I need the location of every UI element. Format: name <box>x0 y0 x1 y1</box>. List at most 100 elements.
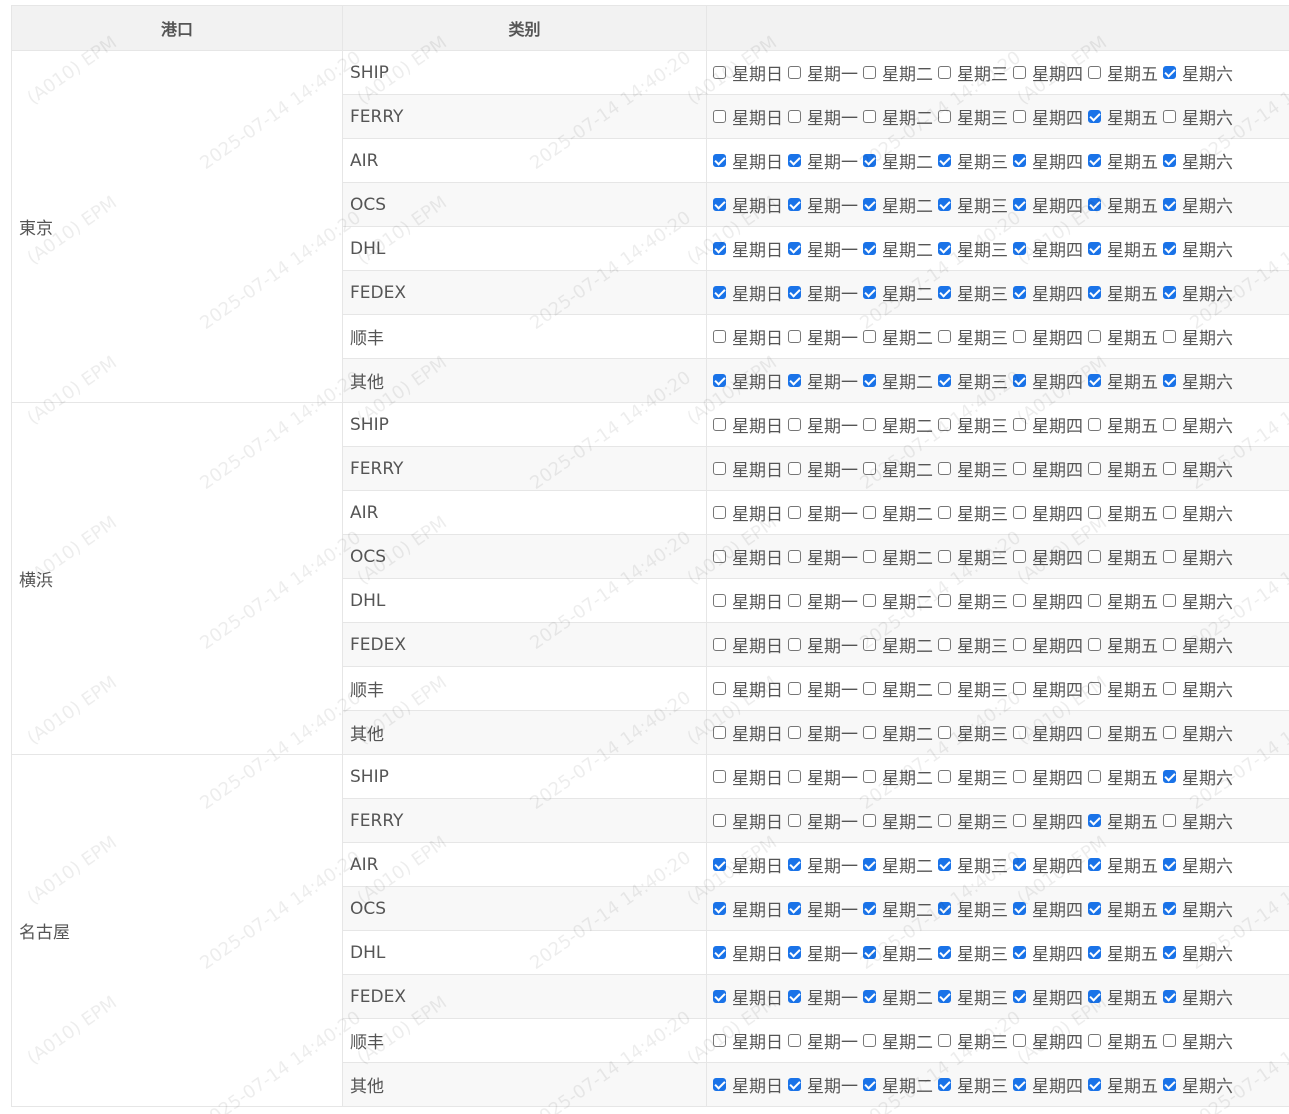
weekday-checkbox[interactable] <box>863 594 876 607</box>
weekday-checkbox[interactable] <box>1088 286 1101 299</box>
weekday-option[interactable]: 星期二 <box>863 148 933 173</box>
weekday-checkbox[interactable] <box>1013 638 1026 651</box>
weekday-checkbox[interactable] <box>1013 770 1026 783</box>
weekday-option[interactable]: 星期一 <box>788 808 858 833</box>
weekday-checkbox[interactable] <box>788 506 801 519</box>
weekday-option[interactable]: 星期六 <box>1163 1028 1233 1053</box>
weekday-option[interactable]: 星期三 <box>938 808 1008 833</box>
weekday-checkbox[interactable] <box>1088 858 1101 871</box>
weekday-checkbox[interactable] <box>863 726 876 739</box>
weekday-checkbox[interactable] <box>713 1034 726 1047</box>
weekday-checkbox[interactable] <box>788 154 801 167</box>
weekday-checkbox[interactable] <box>1088 154 1101 167</box>
weekday-option[interactable]: 星期五 <box>1088 544 1158 569</box>
weekday-checkbox[interactable] <box>788 550 801 563</box>
weekday-checkbox[interactable] <box>713 66 726 79</box>
weekday-checkbox[interactable] <box>938 858 951 871</box>
weekday-option[interactable]: 星期一 <box>788 368 858 393</box>
weekday-option[interactable]: 星期二 <box>863 104 933 129</box>
weekday-option[interactable]: 星期六 <box>1163 192 1233 217</box>
weekday-checkbox[interactable] <box>938 902 951 915</box>
weekday-option[interactable]: 星期一 <box>788 1072 858 1097</box>
weekday-checkbox[interactable] <box>938 286 951 299</box>
weekday-checkbox[interactable] <box>1088 814 1101 827</box>
weekday-checkbox[interactable] <box>788 374 801 387</box>
weekday-checkbox[interactable] <box>1013 814 1026 827</box>
weekday-checkbox[interactable] <box>863 902 876 915</box>
weekday-option[interactable]: 星期三 <box>938 632 1008 657</box>
weekday-option[interactable]: 星期日 <box>713 984 783 1009</box>
weekday-checkbox[interactable] <box>788 198 801 211</box>
weekday-option[interactable]: 星期三 <box>938 368 1008 393</box>
weekday-checkbox[interactable] <box>863 1078 876 1091</box>
weekday-option[interactable]: 星期六 <box>1163 412 1233 437</box>
weekday-option[interactable]: 星期二 <box>863 1072 933 1097</box>
weekday-option[interactable]: 星期三 <box>938 500 1008 525</box>
weekday-option[interactable]: 星期二 <box>863 368 933 393</box>
weekday-option[interactable]: 星期一 <box>788 588 858 613</box>
weekday-checkbox[interactable] <box>1013 242 1026 255</box>
weekday-option[interactable]: 星期日 <box>713 764 783 789</box>
weekday-checkbox[interactable] <box>713 154 726 167</box>
weekday-checkbox[interactable] <box>938 66 951 79</box>
weekday-checkbox[interactable] <box>938 1034 951 1047</box>
weekday-checkbox[interactable] <box>1163 550 1176 563</box>
weekday-checkbox[interactable] <box>1088 550 1101 563</box>
weekday-option[interactable]: 星期三 <box>938 984 1008 1009</box>
weekday-option[interactable]: 星期五 <box>1088 896 1158 921</box>
weekday-option[interactable]: 星期五 <box>1088 192 1158 217</box>
weekday-checkbox[interactable] <box>863 154 876 167</box>
weekday-option[interactable]: 星期三 <box>938 1072 1008 1097</box>
weekday-option[interactable]: 星期一 <box>788 148 858 173</box>
weekday-option[interactable]: 星期四 <box>1013 324 1083 349</box>
weekday-option[interactable]: 星期五 <box>1088 280 1158 305</box>
weekday-option[interactable]: 星期三 <box>938 412 1008 437</box>
weekday-checkbox[interactable] <box>788 858 801 871</box>
weekday-checkbox[interactable] <box>863 946 876 959</box>
weekday-checkbox[interactable] <box>713 946 726 959</box>
weekday-checkbox[interactable] <box>713 638 726 651</box>
weekday-checkbox[interactable] <box>713 418 726 431</box>
weekday-checkbox[interactable] <box>713 990 726 1003</box>
weekday-option[interactable]: 星期二 <box>863 236 933 261</box>
weekday-checkbox[interactable] <box>938 198 951 211</box>
weekday-checkbox[interactable] <box>1163 814 1176 827</box>
weekday-option[interactable]: 星期三 <box>938 1028 1008 1053</box>
weekday-option[interactable]: 星期六 <box>1163 896 1233 921</box>
weekday-option[interactable]: 星期四 <box>1013 500 1083 525</box>
weekday-option[interactable]: 星期二 <box>863 412 933 437</box>
weekday-checkbox[interactable] <box>1088 462 1101 475</box>
weekday-option[interactable]: 星期三 <box>938 852 1008 877</box>
weekday-option[interactable]: 星期一 <box>788 676 858 701</box>
weekday-option[interactable]: 星期四 <box>1013 368 1083 393</box>
weekday-checkbox[interactable] <box>1163 770 1176 783</box>
weekday-checkbox[interactable] <box>1163 990 1176 1003</box>
weekday-checkbox[interactable] <box>1013 330 1026 343</box>
weekday-option[interactable]: 星期日 <box>713 676 783 701</box>
weekday-checkbox[interactable] <box>713 726 726 739</box>
weekday-option[interactable]: 星期三 <box>938 324 1008 349</box>
weekday-option[interactable]: 星期四 <box>1013 940 1083 965</box>
weekday-option[interactable]: 星期三 <box>938 764 1008 789</box>
weekday-option[interactable]: 星期四 <box>1013 60 1083 85</box>
weekday-checkbox[interactable] <box>788 946 801 959</box>
weekday-option[interactable]: 星期六 <box>1163 984 1233 1009</box>
weekday-checkbox[interactable] <box>1088 770 1101 783</box>
weekday-option[interactable]: 星期三 <box>938 104 1008 129</box>
weekday-checkbox[interactable] <box>1013 1034 1026 1047</box>
weekday-checkbox[interactable] <box>938 594 951 607</box>
weekday-option[interactable]: 星期三 <box>938 456 1008 481</box>
weekday-checkbox[interactable] <box>1163 418 1176 431</box>
weekday-option[interactable]: 星期六 <box>1163 940 1233 965</box>
weekday-checkbox[interactable] <box>1163 946 1176 959</box>
weekday-option[interactable]: 星期日 <box>713 236 783 261</box>
weekday-option[interactable]: 星期二 <box>863 632 933 657</box>
weekday-option[interactable]: 星期日 <box>713 148 783 173</box>
weekday-checkbox[interactable] <box>1088 638 1101 651</box>
weekday-checkbox[interactable] <box>1088 506 1101 519</box>
weekday-option[interactable]: 星期五 <box>1088 1028 1158 1053</box>
weekday-option[interactable]: 星期二 <box>863 192 933 217</box>
weekday-checkbox[interactable] <box>863 198 876 211</box>
weekday-checkbox[interactable] <box>1163 242 1176 255</box>
weekday-option[interactable]: 星期三 <box>938 60 1008 85</box>
